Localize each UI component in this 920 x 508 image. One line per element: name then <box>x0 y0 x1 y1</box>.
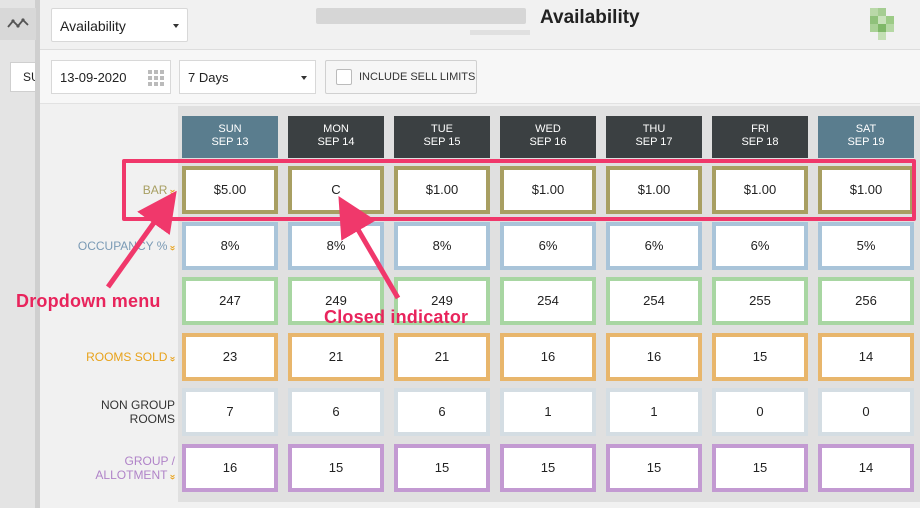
annotation-arrows <box>105 190 401 300</box>
closed-indicator-annotation: Closed indicator <box>324 307 469 327</box>
dropdown-menu-annotation: Dropdown menu <box>16 291 161 311</box>
dropdown-arrow <box>105 190 177 289</box>
closed-arrow <box>338 196 401 300</box>
